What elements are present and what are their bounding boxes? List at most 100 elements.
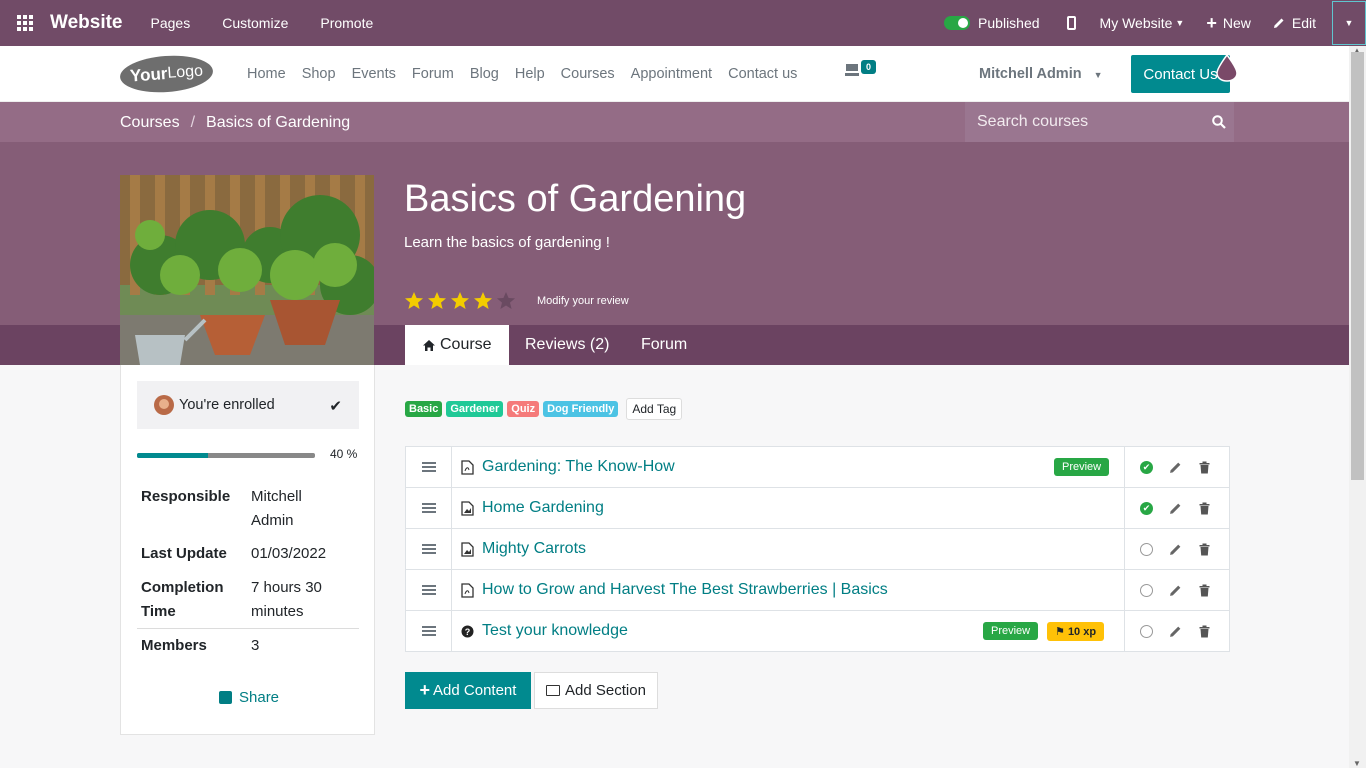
share-link[interactable]: Share (219, 689, 279, 706)
nav-events[interactable]: Events (352, 66, 396, 82)
star-empty-icon[interactable] (496, 291, 516, 311)
extra-dropdown-button[interactable]: ▼ (1332, 1, 1366, 45)
drag-lines-icon (421, 460, 436, 474)
nav-home[interactable]: Home (247, 66, 286, 82)
drag-handle[interactable] (406, 529, 452, 569)
mobile-preview-icon[interactable] (1066, 16, 1076, 30)
tag-dog-friendly[interactable]: Dog Friendly (543, 401, 619, 417)
drag-handle[interactable] (406, 611, 452, 651)
empty-circle-icon[interactable] (1140, 542, 1153, 556)
tab-course[interactable]: Course (405, 325, 509, 365)
menu-promote[interactable]: Promote (320, 15, 373, 31)
content-title[interactable]: Test your knowledge (482, 622, 628, 640)
search-courses-input[interactable]: Search courses (965, 102, 1234, 142)
search-placeholder: Search courses (977, 113, 1089, 130)
star-filled-icon[interactable] (450, 291, 470, 311)
tab-forum[interactable]: Forum (641, 325, 687, 365)
trash-icon[interactable] (1198, 625, 1211, 638)
table-row: Mighty Carrots (406, 529, 1229, 570)
nav-appointment[interactable]: Appointment (631, 66, 712, 82)
row-actions: ✔ (1124, 488, 1230, 528)
plus-icon: + (419, 680, 431, 700)
star-filled-icon[interactable] (404, 291, 424, 311)
empty-circle-icon[interactable] (1140, 624, 1153, 638)
tag-quiz[interactable]: Quiz (507, 401, 540, 417)
tab-forum-label: Forum (641, 336, 688, 353)
last-update-key: Last Update (141, 545, 227, 562)
search-icon[interactable] (1212, 115, 1226, 129)
nav-forum[interactable]: Forum (412, 66, 454, 82)
progress-label: 40 % (330, 447, 358, 461)
enrolled-status: You're enrolled ✔ (137, 381, 359, 429)
user-menu[interactable]: Mitchell Admin ▼ (979, 66, 1103, 82)
edit-button[interactable]: Edit (1273, 15, 1316, 31)
nav-help[interactable]: Help (515, 66, 545, 82)
image-icon (461, 542, 474, 557)
xp-badge: ⚑ 10 xp (1047, 622, 1105, 641)
page-scrollbar[interactable]: ▲ ▼ (1349, 46, 1366, 768)
new-button[interactable]: + New (1206, 13, 1251, 34)
add-tag-button[interactable]: Add Tag (626, 398, 683, 420)
nav-courses[interactable]: Courses (561, 66, 615, 82)
drag-handle[interactable] (406, 570, 452, 610)
logo-your: Your (129, 63, 169, 86)
add-section-button[interactable]: Add Section (534, 672, 658, 709)
drop-icon[interactable] (1215, 54, 1239, 82)
trash-icon[interactable] (1198, 584, 1211, 597)
menu-pages[interactable]: Pages (151, 15, 191, 31)
trash-icon[interactable] (1198, 461, 1211, 474)
tab-reviews[interactable]: Reviews (2) (525, 325, 609, 365)
new-label: New (1222, 15, 1251, 31)
pencil-icon[interactable] (1169, 543, 1182, 556)
scroll-down-icon[interactable]: ▼ (1353, 759, 1361, 768)
check-circle-icon[interactable]: ✔ (1140, 501, 1153, 515)
rating-stars[interactable]: Modify your review (404, 291, 629, 311)
empty-circle-icon[interactable] (1140, 583, 1153, 597)
content-title[interactable]: Gardening: The Know-How (482, 458, 675, 476)
share-icon (219, 691, 232, 704)
apps-menu-icon[interactable] (0, 0, 50, 46)
cart-link[interactable]: 0 (845, 60, 877, 78)
pencil-icon (1273, 18, 1284, 28)
my-website-dropdown[interactable]: My Website ▼ (1100, 15, 1185, 31)
scroll-thumb[interactable] (1351, 52, 1364, 480)
members-key: Members (141, 637, 207, 654)
site-logo[interactable]: Your Logo (118, 52, 215, 96)
pencil-icon[interactable] (1169, 461, 1182, 474)
star-filled-icon[interactable] (473, 291, 493, 311)
nav-contact-us[interactable]: Contact us (728, 66, 797, 82)
course-sidebar: You're enrolled ✔ 40 % Responsible Mitch… (120, 365, 375, 735)
nav-blog[interactable]: Blog (470, 66, 499, 82)
star-filled-icon[interactable] (427, 291, 447, 311)
content-title[interactable]: How to Grow and Harvest The Best Strawbe… (482, 581, 888, 599)
responsible-key: Responsible (141, 488, 231, 505)
content-title[interactable]: Home Gardening (482, 499, 604, 517)
tag-gardener[interactable]: Gardener (446, 401, 504, 417)
nav-shop[interactable]: Shop (302, 66, 336, 82)
responsible-val-2: Admin (251, 512, 294, 529)
pencil-icon[interactable] (1169, 584, 1182, 597)
flag-icon: ⚑ (1055, 626, 1065, 638)
trash-icon[interactable] (1198, 543, 1211, 556)
progress-bar (137, 453, 315, 458)
check-circle-icon[interactable]: ✔ (1140, 460, 1153, 474)
add-content-button[interactable]: + Add Content (405, 672, 531, 709)
trash-icon[interactable] (1198, 502, 1211, 515)
app-brand[interactable]: Website (50, 12, 123, 34)
course-hero: Courses / Basics of Gardening Search cou… (0, 102, 1349, 365)
add-content-label: Add Content (433, 682, 517, 699)
drag-handle[interactable] (406, 488, 452, 528)
pencil-icon[interactable] (1169, 502, 1182, 515)
content-title[interactable]: Mighty Carrots (482, 540, 586, 558)
menu-customize[interactable]: Customize (222, 15, 288, 31)
publish-toggle[interactable]: Published (944, 15, 1040, 31)
pencil-icon[interactable] (1169, 625, 1182, 638)
modify-review-link[interactable]: Modify your review (537, 295, 629, 307)
members-val: 3 (251, 637, 260, 654)
tag-basic[interactable]: Basic (405, 401, 443, 417)
drag-handle[interactable] (406, 447, 452, 487)
course-title: Basics of Gardening (404, 178, 747, 220)
toggle-switch[interactable] (944, 16, 971, 30)
breadcrumb-courses[interactable]: Courses (120, 114, 180, 132)
completion-key-2: Time (141, 603, 176, 620)
